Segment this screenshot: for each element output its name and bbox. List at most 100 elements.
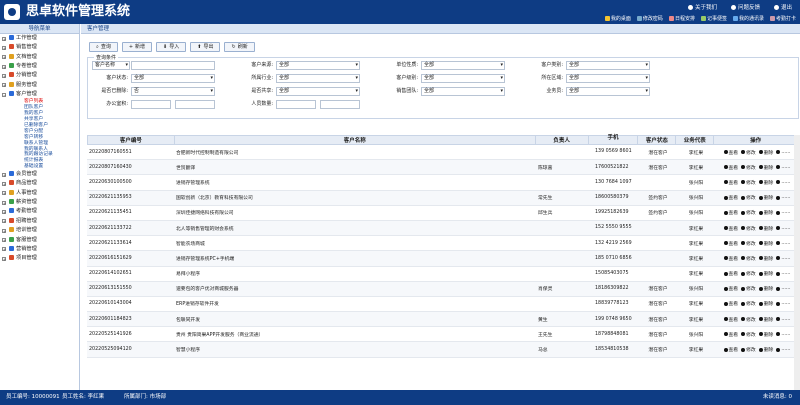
feedback-link[interactable]: 问题反馈 bbox=[730, 3, 760, 11]
action-2[interactable]: 删除 bbox=[758, 164, 773, 171]
table-row[interactable]: 20220613151550 速要包的客户优对商城服务器 肖保灵 1818630982… bbox=[87, 281, 799, 297]
action-2[interactable]: 删除 bbox=[758, 285, 773, 292]
expand-icon[interactable]: + bbox=[2, 181, 6, 186]
sidebar-item[interactable]: + 销售管理 bbox=[0, 43, 79, 52]
action-1[interactable]: 修改 bbox=[741, 331, 756, 338]
sidebar-item[interactable]: + 营销管理 bbox=[0, 245, 79, 254]
about-link[interactable]: 关于我们 bbox=[687, 3, 717, 11]
table-row[interactable]: 20220601184823 包联同开发 黄生 199 0748 9650 潜在客户 李红… bbox=[87, 312, 799, 328]
sidebar-item[interactable]: + 考勤管理 bbox=[0, 207, 79, 216]
category-select[interactable]: 全部 bbox=[566, 61, 650, 70]
action-3[interactable]: ...... bbox=[776, 164, 790, 171]
action-2[interactable]: 删除 bbox=[758, 346, 773, 353]
customer-name-input[interactable] bbox=[131, 61, 215, 70]
table-row[interactable]: 20220621133722 北人等销售管理的财会系统 152 5550 9555 李… bbox=[87, 220, 799, 237]
table-scrollbar[interactable] bbox=[794, 135, 800, 390]
action-0[interactable]: 查看 bbox=[723, 285, 738, 292]
sidebar-item[interactable]: + 客服管理 bbox=[0, 236, 79, 245]
action-1[interactable]: 修改 bbox=[741, 225, 756, 232]
sidebar-item[interactable]: + 会员管理 bbox=[0, 170, 79, 179]
action-2[interactable]: 删除 bbox=[758, 300, 773, 307]
action-1[interactable]: 修改 bbox=[741, 300, 756, 307]
action-1[interactable]: 修改 bbox=[741, 164, 756, 171]
expand-icon[interactable]: + bbox=[2, 238, 6, 243]
action-3[interactable]: ...... bbox=[776, 225, 790, 232]
action-2[interactable]: 删除 bbox=[758, 225, 773, 232]
team-select[interactable]: 全部 bbox=[421, 87, 505, 96]
action-3[interactable]: ...... bbox=[776, 346, 790, 353]
quick-contacts[interactable]: 我的通讯录 bbox=[732, 15, 764, 22]
export-button[interactable]: ⬆ 导出 bbox=[190, 42, 221, 52]
action-2[interactable]: 删除 bbox=[758, 240, 773, 247]
action-2[interactable]: 删除 bbox=[758, 255, 773, 262]
action-2[interactable]: 删除 bbox=[758, 331, 773, 338]
office-to-input[interactable] bbox=[175, 100, 215, 109]
action-3[interactable]: ...... bbox=[776, 255, 790, 262]
action-0[interactable]: 查看 bbox=[723, 255, 738, 262]
quick-attendance[interactable]: 考勤打卡 bbox=[769, 15, 796, 22]
quick-schedule[interactable]: 日程安排 bbox=[668, 15, 695, 22]
people-to-input[interactable] bbox=[320, 100, 360, 109]
table-row[interactable]: 20220616151629 进销存管理系统PC+手机端 185 0710 6856… bbox=[87, 251, 799, 267]
sidebar-item[interactable]: + 专卷管理 bbox=[0, 62, 79, 71]
deleted-select[interactable]: 否 bbox=[131, 87, 215, 96]
sidebar-item[interactable]: + 薪资管理 bbox=[0, 198, 79, 207]
import-button[interactable]: ⬇ 导入 bbox=[156, 42, 187, 52]
action-0[interactable]: 查看 bbox=[723, 164, 738, 171]
sidebar-item[interactable]: + 工作管理 bbox=[0, 34, 79, 43]
quick-notes[interactable]: 记事便签 bbox=[700, 15, 727, 22]
action-1[interactable]: 修改 bbox=[741, 179, 756, 186]
col-name[interactable]: 客户名称 bbox=[175, 136, 536, 144]
sidebar-item[interactable]: + 培训管理 bbox=[0, 226, 79, 235]
table-row[interactable]: 20220610143004 ERP进销存软件开发 18839778123 潜在客户 李… bbox=[87, 297, 799, 313]
action-2[interactable]: 删除 bbox=[758, 209, 773, 216]
action-0[interactable]: 查看 bbox=[723, 149, 738, 156]
action-1[interactable]: 修改 bbox=[741, 270, 756, 277]
table-row[interactable]: 20220525094120 智慧小程序 马总 18534810538 潜在客户 李红果 查… bbox=[87, 342, 799, 358]
refresh-button[interactable]: ↻ 刷新 bbox=[224, 42, 255, 52]
action-3[interactable]: ...... bbox=[776, 194, 790, 201]
action-2[interactable]: 删除 bbox=[758, 179, 773, 186]
unit-type-select[interactable]: 全部 bbox=[421, 61, 505, 70]
action-2[interactable]: 删除 bbox=[758, 270, 773, 277]
action-3[interactable]: ...... bbox=[776, 149, 790, 156]
people-from-input[interactable] bbox=[276, 100, 316, 109]
action-1[interactable]: 修改 bbox=[741, 149, 756, 156]
action-1[interactable]: 修改 bbox=[741, 209, 756, 216]
action-3[interactable]: ...... bbox=[776, 316, 790, 323]
expand-icon[interactable]: + bbox=[2, 191, 6, 196]
expand-icon[interactable]: + bbox=[2, 83, 6, 88]
sidebar-item[interactable]: + 分销管理 bbox=[0, 71, 79, 80]
quick-password[interactable]: 修改密码 bbox=[636, 15, 663, 22]
source-select[interactable]: 全部 bbox=[276, 61, 360, 70]
expand-icon[interactable]: + bbox=[2, 256, 6, 261]
action-0[interactable]: 查看 bbox=[723, 225, 738, 232]
unread-messages[interactable]: 未读消息: 0 bbox=[763, 390, 792, 405]
sidebar-item[interactable]: + 商品管理 bbox=[0, 179, 79, 188]
expand-icon[interactable]: + bbox=[2, 36, 6, 41]
action-3[interactable]: ...... bbox=[776, 331, 790, 338]
industry-select[interactable]: 全部 bbox=[276, 74, 360, 83]
expand-icon[interactable]: + bbox=[2, 172, 6, 177]
customer-name-select[interactable]: 客户名称 bbox=[92, 61, 130, 70]
action-1[interactable]: 修改 bbox=[741, 316, 756, 323]
action-3[interactable]: ...... bbox=[776, 179, 790, 186]
action-3[interactable]: ...... bbox=[776, 270, 790, 277]
action-1[interactable]: 修改 bbox=[741, 346, 756, 353]
action-1[interactable]: 修改 bbox=[741, 285, 756, 292]
sidebar-item[interactable]: + 文档管理 bbox=[0, 53, 79, 62]
action-2[interactable]: 删除 bbox=[758, 149, 773, 156]
level-select[interactable]: 全部 bbox=[421, 74, 505, 83]
action-1[interactable]: 修改 bbox=[741, 240, 756, 247]
action-0[interactable]: 查看 bbox=[723, 179, 738, 186]
status-select[interactable]: 全部 bbox=[131, 74, 215, 83]
table-row[interactable]: 20220807160430 世贸翻译 陈琼嘉 17600521822 潜在客户 李红果 查… bbox=[87, 160, 799, 176]
query-button[interactable]: ⌕ 查询 bbox=[89, 42, 118, 52]
expand-icon[interactable]: + bbox=[2, 209, 6, 214]
expand-icon[interactable]: + bbox=[2, 55, 6, 60]
col-phone[interactable]: 手机 bbox=[589, 135, 639, 144]
action-0[interactable]: 查看 bbox=[723, 209, 738, 216]
col-id[interactable]: 客户编号 bbox=[88, 136, 175, 144]
sidebar-item[interactable]: + 项目管理 bbox=[0, 254, 79, 263]
col-owner[interactable]: 负责人 bbox=[536, 136, 589, 144]
